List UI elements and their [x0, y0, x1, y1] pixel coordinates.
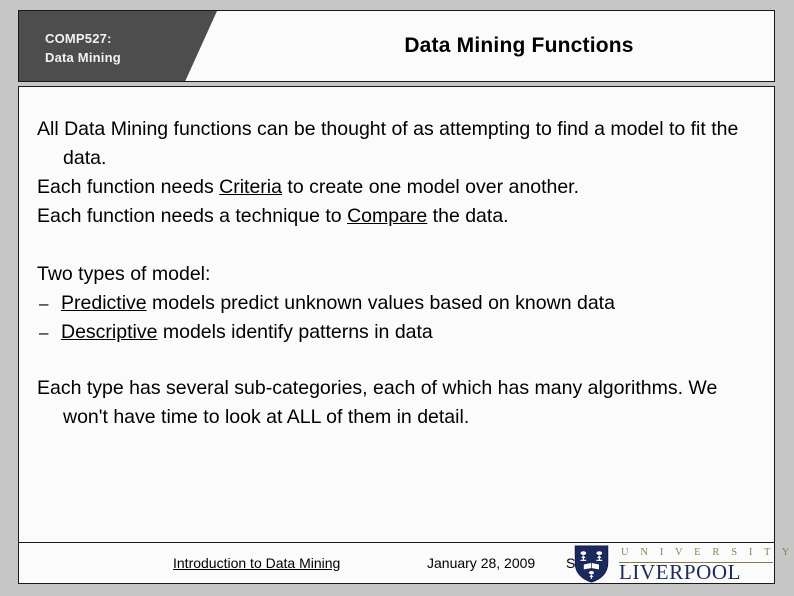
paragraph-compare-pre: Each function needs a technique to	[37, 205, 348, 227]
paragraph-criteria: Each function needs Criteria to create o…	[37, 173, 756, 202]
paragraph-find-model: All Data Mining functions can be thought…	[37, 118, 739, 169]
liverpool-shield-icon	[574, 545, 609, 583]
course-tab-label: COMP527: Data Mining	[45, 31, 121, 65]
list-item: – Descriptive models identify patterns i…	[37, 318, 756, 347]
slide-header: COMP527: Data Mining Data Mining Functio…	[18, 10, 775, 82]
slide-title: Data Mining Functions	[404, 34, 634, 57]
slide-body: All Data Mining functions can be thought…	[19, 87, 774, 542]
keyword-criteria: Criteria	[219, 176, 282, 198]
body-spacer-2	[37, 347, 756, 374]
dash-bullet-icon: –	[39, 294, 49, 313]
list-item: – Predictive models predict unknown valu…	[37, 289, 756, 318]
list-item-text: Descriptive models identify patterns in …	[61, 318, 756, 347]
list-item-rest: models predict unknown values based on k…	[146, 292, 615, 314]
keyword-compare: Compare	[347, 205, 428, 227]
paragraph-compare-post: the data.	[427, 205, 509, 227]
paragraph-criteria-pre: Each function needs	[37, 176, 220, 198]
keyword-predictive: Predictive	[61, 292, 147, 314]
list-item-rest: models identify patterns in data	[157, 321, 433, 343]
body-spacer-1	[37, 231, 756, 260]
list-item-text: Predictive models predict unknown values…	[61, 289, 756, 318]
keyword-descriptive: Descriptive	[61, 321, 158, 343]
slide-footer: Introduction to Data Mining January 28, …	[19, 543, 794, 584]
slide-content-panel: All Data Mining functions can be thought…	[18, 86, 794, 584]
paragraph-subcategories: Each type has several sub-categories, ea…	[37, 377, 718, 428]
paragraph-criteria-post: to create one model over another.	[281, 176, 580, 198]
footer-date: January 28, 2009	[427, 555, 536, 571]
university-logo: U N I V E R S I T Y O F LIVERPOOL	[565, 544, 794, 584]
logo-university-text: U N I V E R S I T Y O F	[621, 547, 794, 558]
logo-liverpool-text: LIVERPOOL	[619, 560, 742, 584]
footer-document-title: Introduction to Data Mining	[173, 555, 341, 571]
paragraph-compare: Each function needs a technique to Compa…	[37, 202, 756, 231]
slide: COMP527: Data Mining Data Mining Functio…	[0, 0, 794, 596]
dash-bullet-icon: –	[39, 323, 49, 342]
list-heading-two-types: Two types of model:	[37, 263, 211, 285]
